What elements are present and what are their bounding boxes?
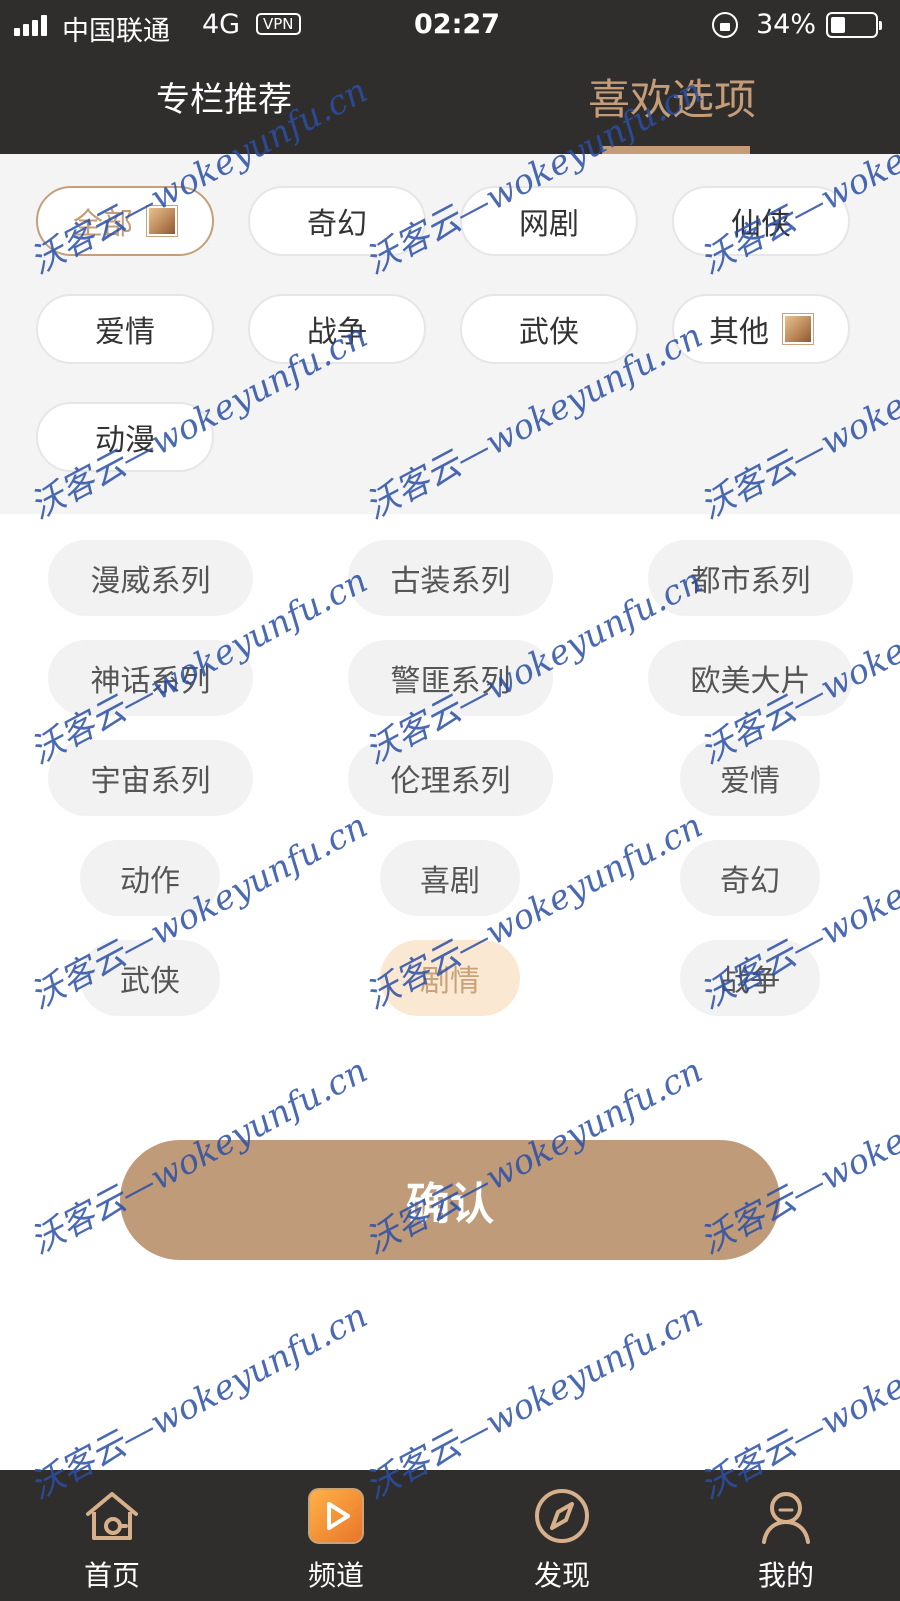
genre-chip-war[interactable]: 战争: [680, 940, 820, 1016]
header-tabs: 专栏推荐 喜欢选项: [0, 52, 900, 154]
tab-column-recommend[interactable]: 专栏推荐: [156, 52, 292, 154]
category-filter-panel: 全部 奇幻 网剧 仙侠 爱情 战争 武侠 其他 动漫: [0, 154, 900, 514]
tab-favorite-options[interactable]: 喜欢选项: [588, 52, 756, 154]
bottom-navigation: 首页 频道 发现 我的: [0, 1470, 900, 1601]
status-bar: 中国联通 4G VPN 02:27 34%: [0, 0, 900, 52]
genre-chip-fantasy[interactable]: 奇幻: [680, 840, 820, 916]
filter-label: 战争: [307, 315, 367, 350]
genre-chip-drama[interactable]: 剧情: [380, 940, 520, 1016]
battery-percent: 34%: [756, 9, 817, 40]
nav-label: 我的: [757, 1559, 814, 1592]
nav-mine[interactable]: 我的: [706, 1470, 866, 1601]
nav-channel[interactable]: 频道: [256, 1470, 416, 1601]
compass-icon: [535, 1489, 589, 1543]
genre-chip-universe[interactable]: 宇宙系列: [48, 740, 253, 816]
active-tab-indicator: [602, 146, 750, 154]
genre-chip-western-blockbuster[interactable]: 欧美大片: [648, 640, 853, 716]
rotation-lock-icon: [712, 12, 738, 38]
filter-label: 奇幻: [307, 207, 367, 242]
genre-chip-myth[interactable]: 神话系列: [48, 640, 253, 716]
clock: 02:27: [414, 9, 500, 40]
filter-wuxia[interactable]: 武侠: [460, 294, 638, 364]
genre-chip-romance[interactable]: 爱情: [680, 740, 820, 816]
nav-home[interactable]: 首页: [32, 1470, 192, 1601]
badge-icon: [783, 314, 813, 344]
filter-other[interactable]: 其他: [672, 294, 850, 364]
confirm-button[interactable]: 确认: [120, 1140, 780, 1260]
filter-war[interactable]: 战争: [248, 294, 426, 364]
nav-discover[interactable]: 发现: [482, 1470, 642, 1601]
signal-icon: [14, 14, 47, 36]
filter-label: 其他: [709, 315, 769, 350]
genre-chip-comedy[interactable]: 喜剧: [380, 840, 520, 916]
nav-label: 发现: [533, 1559, 590, 1592]
genre-chip-marvel[interactable]: 漫威系列: [48, 540, 253, 616]
filter-label: 仙侠: [731, 207, 791, 242]
filter-all[interactable]: 全部: [36, 186, 214, 256]
genre-chip-urban[interactable]: 都市系列: [648, 540, 853, 616]
filter-label: 武侠: [519, 315, 579, 350]
filter-label: 网剧: [519, 207, 579, 242]
genre-chip-police[interactable]: 警匪系列: [348, 640, 553, 716]
genre-chip-action[interactable]: 动作: [80, 840, 220, 916]
filter-romance[interactable]: 爱情: [36, 294, 214, 364]
badge-icon: [147, 206, 177, 236]
battery-fill: [831, 17, 845, 33]
network-type: 4G: [202, 9, 241, 40]
genre-chip-costume[interactable]: 古装系列: [348, 540, 553, 616]
genre-chip-ethics[interactable]: 伦理系列: [348, 740, 553, 816]
filter-xianxia[interactable]: 仙侠: [672, 186, 850, 256]
genre-chip-wuxia[interactable]: 武侠: [80, 940, 220, 1016]
filter-fantasy[interactable]: 奇幻: [248, 186, 426, 256]
filter-label: 爱情: [95, 315, 155, 350]
nav-label: 频道: [307, 1559, 364, 1592]
nav-label: 首页: [83, 1559, 140, 1592]
filter-web-drama[interactable]: 网剧: [460, 186, 638, 256]
carrier-name: 中国联通: [62, 16, 170, 47]
battery-icon: [826, 12, 882, 38]
channel-play-icon: [308, 1488, 364, 1544]
user-icon: [762, 1492, 810, 1544]
filter-label: 全部: [73, 207, 133, 242]
filter-label: 动漫: [95, 423, 155, 458]
filter-anime[interactable]: 动漫: [36, 402, 214, 472]
home-icon: [86, 1492, 138, 1540]
vpn-badge: VPN: [256, 13, 301, 35]
